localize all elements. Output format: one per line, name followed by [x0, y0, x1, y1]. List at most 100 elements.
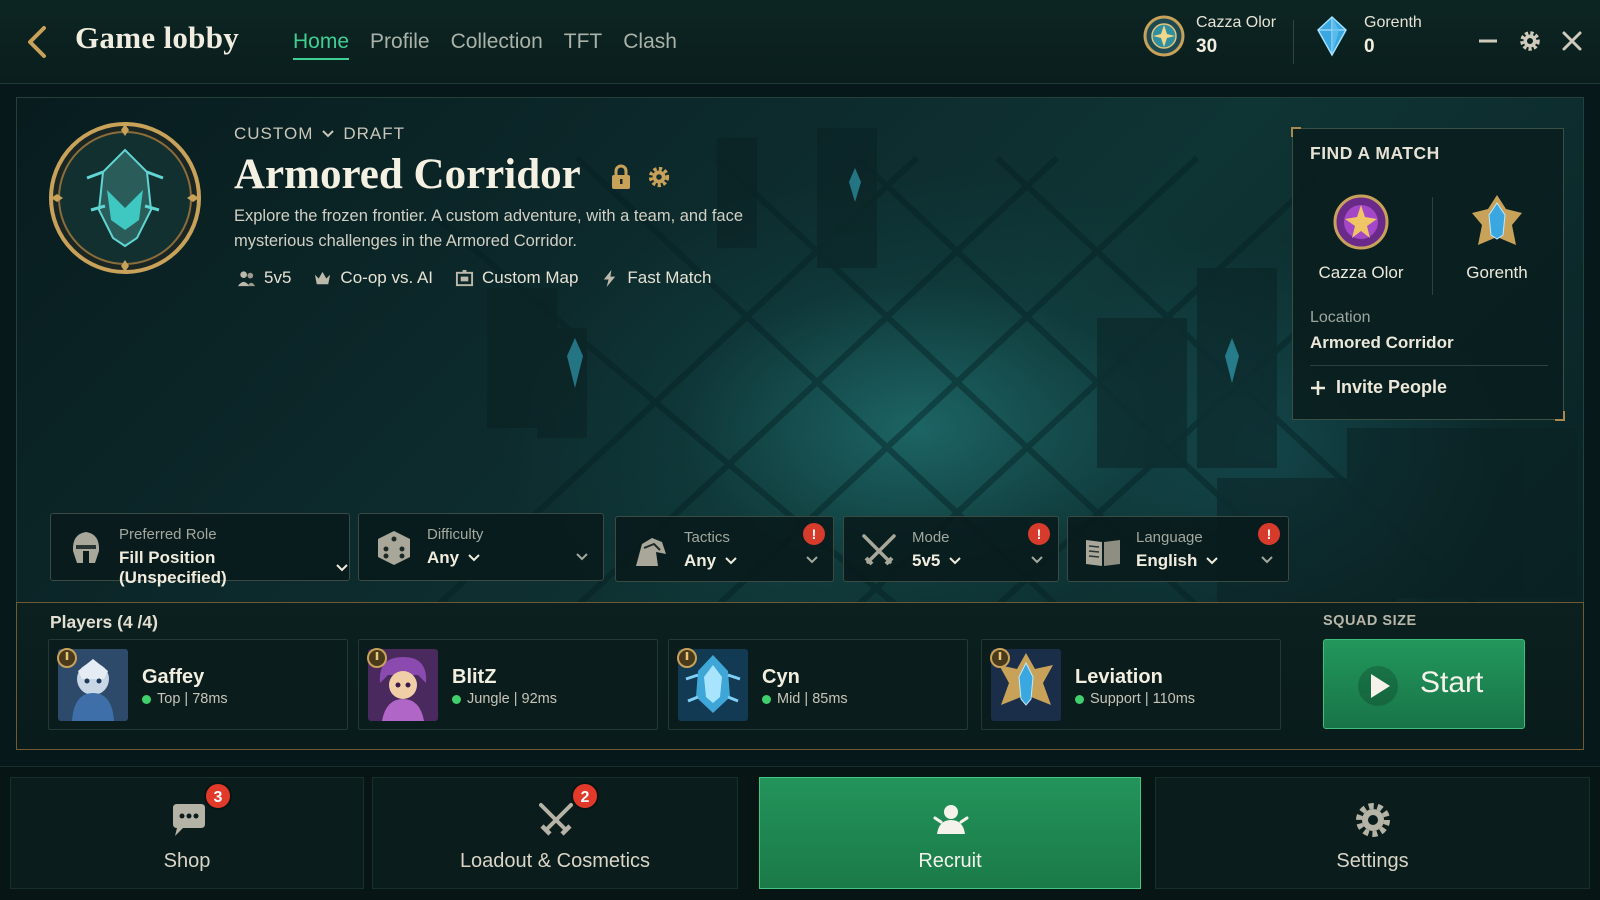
tag-game-mode: Co-op vs. AI	[313, 268, 433, 288]
filter-value: Fill Position (Unspecified)	[119, 548, 349, 588]
recruit-icon	[933, 805, 969, 834]
rank-badge-icon	[57, 648, 77, 668]
bottom-tab-label: Shop	[163, 850, 211, 872]
crumb-draft[interactable]: DRAFT	[343, 124, 405, 144]
chevron-down-icon	[336, 564, 348, 572]
find-match-panel: FIND A MATCH Cazza Olor Gorenth Location…	[1291, 127, 1565, 421]
bottom-tab-label: Loadout & Cosmetics	[459, 850, 651, 872]
purple-rank-emblem-icon	[1333, 194, 1389, 250]
gold-emblem-icon	[1143, 15, 1185, 57]
chevron-down-icon	[576, 553, 588, 561]
page-title: Armored Corridor	[234, 151, 581, 198]
match-player-name: Cazza Olor	[1318, 263, 1404, 282]
gear-icon[interactable]	[1516, 27, 1544, 55]
chevron-down-icon[interactable]	[321, 127, 335, 141]
find-match-title: FIND A MATCH	[1310, 143, 1440, 163]
play-icon	[1358, 666, 1398, 706]
map-emblem-icon	[49, 122, 201, 274]
nav-profile[interactable]: Profile	[370, 30, 430, 60]
map-hero: CUSTOM DRAFT Armored Corridor Explore th…	[16, 97, 1584, 605]
rank-badge-icon	[677, 648, 697, 668]
divider	[1310, 365, 1548, 366]
chevron-down-icon	[949, 557, 962, 565]
player-card-cyn[interactable]: Cyn Mid | 85ms	[668, 639, 968, 730]
lock-icon[interactable]	[609, 164, 633, 190]
bottom-tab-settings[interactable]: Settings	[1155, 777, 1590, 889]
nav-tft[interactable]: TFT	[564, 30, 602, 60]
crossed-swords-icon	[539, 803, 573, 836]
player-info: Mid | 85ms	[762, 691, 848, 707]
nav-collection[interactable]: Collection	[451, 30, 543, 60]
filter-value-text: Any	[427, 548, 460, 567]
blue-rank-emblem-icon	[1472, 195, 1522, 245]
filter-value: Any	[684, 551, 738, 571]
filter-value-text: English	[1136, 551, 1198, 570]
filter-language[interactable]: Language English !	[1067, 516, 1289, 582]
rank-badge-icon	[367, 648, 387, 668]
filter-preferred-role[interactable]: Preferred Role Fill Position (Unspecifie…	[50, 513, 350, 587]
chevron-down-icon	[1031, 556, 1043, 564]
player-info: Support | 110ms	[1075, 691, 1195, 707]
bottom-tab-label: Settings	[1336, 850, 1409, 872]
player-role-ping: Mid | 85ms	[777, 691, 848, 707]
tag-map-type: Custom Map	[455, 268, 578, 288]
currency-cazza-olor[interactable]: Cazza Olor 30	[1142, 14, 1276, 58]
book-icon	[1086, 540, 1120, 566]
player-card-gaffey[interactable]: Gaffey Top | 78ms	[48, 639, 348, 730]
notification-badge: 3	[204, 782, 232, 810]
back-arrow-icon[interactable]	[22, 24, 52, 60]
panel-corner	[1291, 127, 1301, 137]
minimize-icon[interactable]	[1474, 27, 1502, 55]
filter-label: Difficulty	[427, 526, 484, 543]
invite-people-button[interactable]: Invite People	[1310, 377, 1447, 398]
helmet-icon	[72, 532, 100, 563]
start-label: Start	[1420, 666, 1484, 699]
currency-gorenth[interactable]: Gorenth 0	[1310, 14, 1422, 58]
player-name: Leviation	[1075, 666, 1163, 688]
tactics-icon	[636, 538, 666, 566]
player-role-ping: Support | 110ms	[1090, 691, 1196, 707]
divider	[1293, 20, 1294, 64]
nav-clash[interactable]: Clash	[623, 30, 677, 60]
location-value: Armored Corridor	[1310, 333, 1454, 352]
chat-bubble-icon	[173, 804, 205, 836]
player-card-leviation[interactable]: Leviation Support | 110ms	[981, 639, 1281, 730]
find-match-players: Cazza Olor Gorenth	[1293, 191, 1565, 301]
rank-badge-icon	[990, 648, 1010, 668]
player-card-blitz[interactable]: BlitZ Jungle | 92ms	[358, 639, 658, 730]
app-title: Game lobby	[75, 20, 240, 55]
crossed-swords-icon	[862, 534, 896, 566]
people-icon	[237, 270, 256, 286]
player-name: Gaffey	[142, 666, 205, 688]
bottom-tab-label: Recruit	[918, 850, 982, 872]
filter-label: Tactics	[684, 529, 730, 546]
close-icon[interactable]	[1558, 27, 1586, 55]
online-status-icon	[1075, 694, 1084, 704]
player-info: Top | 78ms	[142, 691, 228, 707]
filter-tactics[interactable]: Tactics Any !	[615, 516, 834, 582]
player-role-ping: Jungle | 92ms	[467, 691, 558, 707]
chevron-down-icon	[1261, 556, 1273, 564]
player-name: Cyn	[762, 666, 800, 688]
match-player-cazza-olor[interactable]: Cazza Olor	[1293, 191, 1429, 301]
match-player-gorenth[interactable]: Gorenth	[1429, 191, 1565, 301]
currency-name: Gorenth	[1364, 14, 1422, 31]
currency-value: 30	[1196, 36, 1218, 57]
chevron-down-icon	[468, 554, 480, 562]
filter-mode[interactable]: Mode 5v5 !	[843, 516, 1059, 582]
tag-match-speed: Fast Match	[600, 268, 712, 288]
bottom-tab-recruit[interactable]: Recruit	[759, 777, 1141, 889]
chevron-down-icon	[1206, 557, 1219, 565]
filter-difficulty[interactable]: Difficulty Any	[358, 513, 604, 581]
bottom-tab-loadout[interactable]: 2 Loadout & Cosmetics	[372, 777, 738, 889]
main-nav: Home Profile Collection TFT Clash	[293, 30, 677, 60]
crumb-custom[interactable]: CUSTOM	[234, 124, 313, 144]
nav-home[interactable]: Home	[293, 30, 350, 60]
filter-value-text: 5v5	[912, 551, 941, 570]
bottom-tab-shop[interactable]: 3 Shop	[10, 777, 364, 889]
gear-icon[interactable]	[647, 164, 671, 190]
filter-value: English	[1136, 551, 1219, 571]
match-player-name: Gorenth	[1466, 263, 1528, 282]
start-button[interactable]: Start	[1323, 639, 1525, 729]
dice-icon	[378, 531, 410, 565]
